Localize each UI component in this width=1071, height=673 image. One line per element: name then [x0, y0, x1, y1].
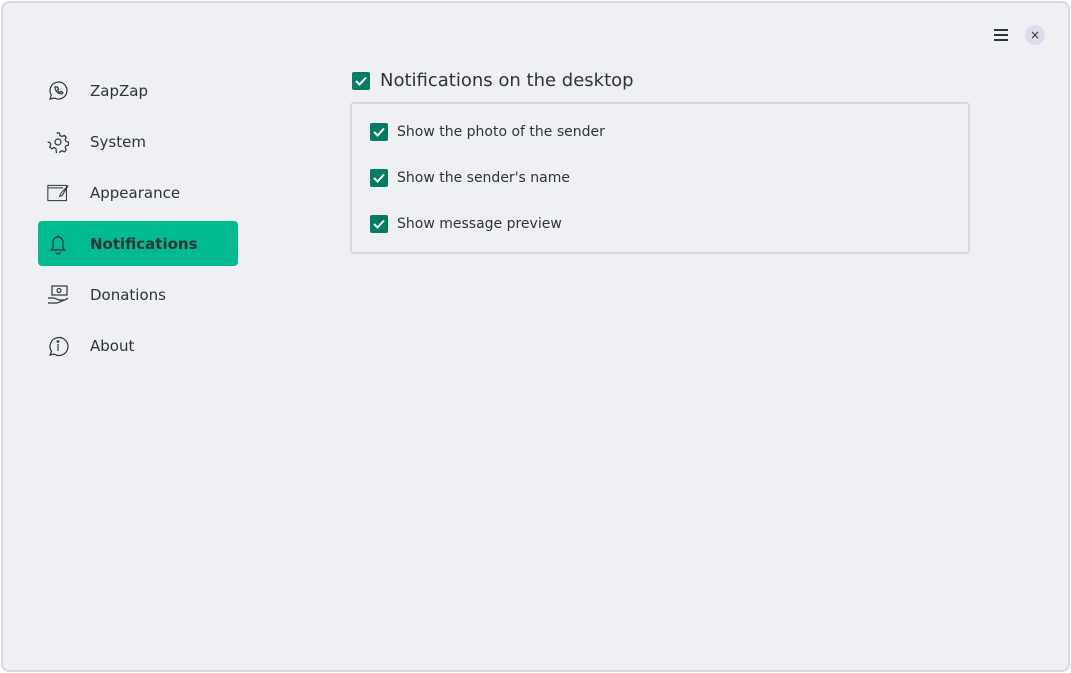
sidebar-item-label: Appearance [90, 183, 181, 202]
sidebar-item-notifications[interactable]: Notifications [38, 221, 238, 266]
whatsapp-icon [47, 80, 69, 102]
sidebar-item-zapzap[interactable]: ZapZap [38, 68, 238, 113]
appearance-icon [47, 182, 69, 204]
notification-options-group: Show the photo of the sender Show the se… [350, 102, 970, 254]
menu-icon[interactable] [994, 29, 1008, 41]
sidebar-item-system[interactable]: System [38, 119, 238, 164]
sidebar-item-about[interactable]: About [38, 323, 238, 368]
gear-icon [47, 131, 69, 153]
sidebar-item-label: System [90, 132, 146, 151]
sidebar-item-label: ZapZap [90, 81, 148, 100]
notifications-desktop-toggle[interactable]: Notifications on the desktop [352, 70, 634, 91]
option-show-photo[interactable]: Show the photo of the sender [370, 123, 605, 141]
bell-icon [47, 233, 69, 255]
option-show-preview[interactable]: Show message preview [370, 215, 562, 233]
donation-icon [47, 284, 69, 306]
option-label: Show the photo of the sender [397, 124, 605, 140]
sidebar-item-label: Notifications [90, 234, 198, 253]
section-title: Notifications on the desktop [380, 70, 634, 91]
checkbox-checked-icon[interactable] [370, 123, 388, 141]
sidebar-item-label: Donations [90, 285, 166, 304]
option-label: Show message preview [397, 216, 562, 232]
checkbox-checked-icon[interactable] [370, 215, 388, 233]
sidebar-item-label: About [90, 336, 135, 355]
info-icon [47, 335, 69, 357]
notifications-section: Notifications on the desktop [352, 70, 634, 91]
sidebar-item-donations[interactable]: Donations [38, 272, 238, 317]
checkbox-checked-icon[interactable] [352, 71, 370, 90]
sidebar: ZapZap System Appearance Notifications D… [38, 68, 238, 374]
checkbox-checked-icon[interactable] [370, 169, 388, 187]
option-show-name[interactable]: Show the sender's name [370, 169, 570, 187]
close-button[interactable]: × [1025, 25, 1045, 45]
option-label: Show the sender's name [397, 170, 570, 186]
sidebar-item-appearance[interactable]: Appearance [38, 170, 238, 215]
